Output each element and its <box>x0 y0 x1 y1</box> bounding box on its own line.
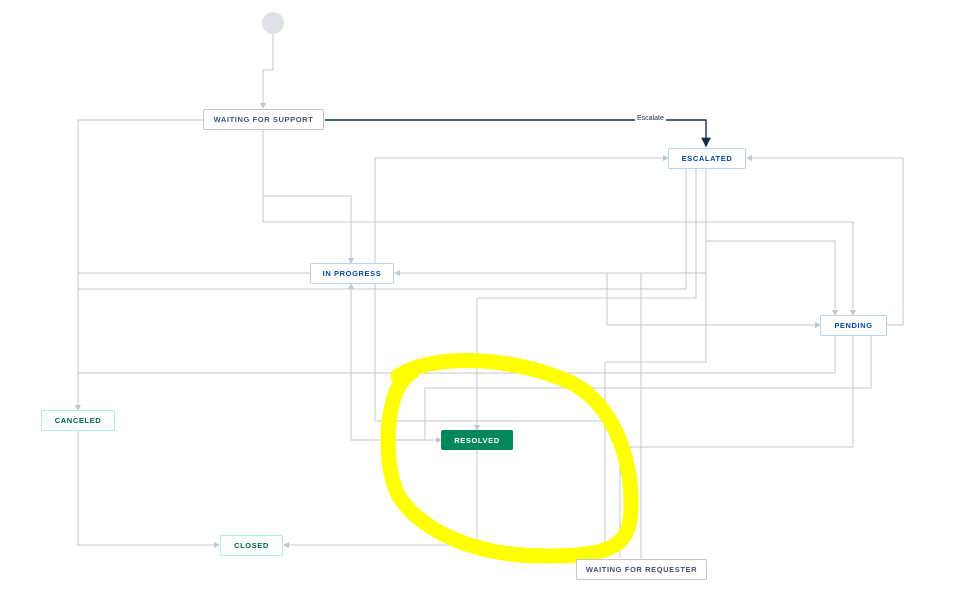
transition-line <box>619 335 854 557</box>
status-pending[interactable]: PENDING <box>820 315 887 336</box>
status-in-progress[interactable]: IN PROGRESS <box>310 263 394 284</box>
transition-line <box>424 335 872 443</box>
status-canceled[interactable]: CANCELED <box>41 410 115 431</box>
transition-line <box>75 119 203 411</box>
status-waiting-for-support[interactable]: WAITING FOR SUPPORT <box>203 109 324 130</box>
transition-line <box>77 430 220 548</box>
status-resolved[interactable]: RESOLVED <box>441 430 513 450</box>
workflow-diagram <box>75 34 904 564</box>
transition-line <box>374 155 669 263</box>
start-node[interactable] <box>262 12 284 34</box>
transition-line <box>262 130 354 264</box>
transition-line <box>374 283 605 422</box>
status-closed[interactable]: CLOSED <box>220 535 283 556</box>
status-waiting-for-requester[interactable]: WAITING FOR REQUESTER <box>576 559 707 580</box>
transition-line <box>606 273 821 328</box>
transition-line <box>260 34 274 109</box>
transition-line <box>394 168 707 276</box>
escalate-transition-line <box>325 119 711 148</box>
transition-line <box>706 240 838 316</box>
transition-label-escalate[interactable]: Escalate <box>635 115 666 122</box>
status-escalated[interactable]: ESCALATED <box>668 148 746 169</box>
